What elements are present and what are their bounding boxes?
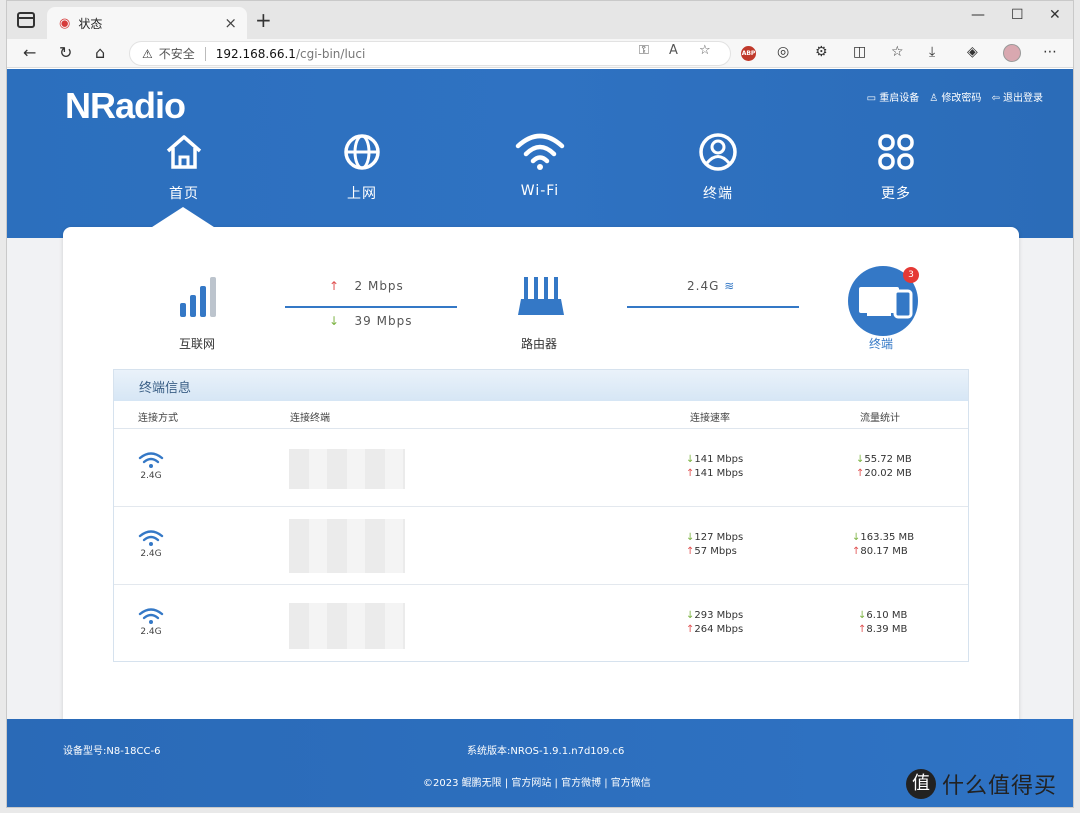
logo: NRadio	[65, 85, 186, 126]
maximize-icon[interactable]: ☐	[1011, 7, 1024, 23]
table-row[interactable]: 2.4G ↓141 Mbps ↑141 Mbps ↓55.72 MB ↑20.0…	[114, 429, 968, 507]
band-label: 2.4G ≋	[687, 279, 736, 293]
nav-more[interactable]: 更多	[807, 127, 985, 203]
watermark-logo-icon: 值	[906, 769, 936, 799]
down-arrow-icon: ↓	[329, 314, 341, 328]
favorites-icon[interactable]: ☆	[891, 44, 904, 60]
main-nav: 首页 上网 Wi-Fi 终端 更多	[95, 127, 985, 203]
connection-rate: ↓293 Mbps ↑264 Mbps	[686, 610, 744, 635]
reboot-link[interactable]: ▭ 重启设备	[867, 89, 920, 104]
home-browser-icon[interactable]: ⌂	[95, 43, 105, 62]
refresh-icon[interactable]: ↻	[59, 43, 72, 62]
tab-title: 状态	[78, 16, 103, 31]
profile-avatar[interactable]	[1003, 44, 1021, 62]
signal-bars-icon	[179, 275, 219, 323]
connection-rate: ↓141 Mbps ↑141 Mbps	[686, 454, 744, 479]
adblock-icon[interactable]: ABP	[741, 46, 756, 61]
more-menu-icon[interactable]: ⋯	[1043, 44, 1057, 60]
terminal-label: 终端	[869, 337, 894, 351]
traffic-stats: ↓163.35 MB ↑80.17 MB	[852, 532, 915, 557]
favorite-add-icon[interactable]: ☆	[699, 43, 711, 58]
logout-link[interactable]: ⇦ 退出登录	[991, 89, 1043, 104]
watermark-text: 什么值得买	[942, 774, 1058, 799]
close-tab-icon[interactable]: ×	[224, 14, 237, 32]
nav-internet[interactable]: 上网	[273, 127, 451, 203]
router-page: NRadio ▭ 重启设备 ♙ 修改密码 ⇦ 退出登录 首页 上网 Wi-Fi …	[7, 69, 1073, 807]
read-aloud-icon[interactable]: A	[669, 43, 678, 58]
nav-wifi[interactable]: Wi-Fi	[451, 127, 629, 203]
connection-rate: ↓127 Mbps ↑57 Mbps	[686, 532, 744, 557]
wifi-icon	[138, 530, 164, 546]
watermark: 值 什么值得买	[906, 768, 1057, 800]
user-icon	[629, 127, 807, 177]
minimize-icon[interactable]: —	[971, 7, 985, 23]
back-icon[interactable]: ←	[23, 43, 36, 62]
split-screen-icon[interactable]: ◫	[853, 44, 866, 60]
tab-bar: ◉ 状态 × + — ☐ ✕	[7, 1, 1073, 39]
device-model: 设备型号:N8-18CC-6	[63, 746, 161, 757]
wifi-icon	[138, 452, 164, 468]
active-nav-pointer	[149, 207, 217, 229]
router-label: 路由器	[521, 337, 558, 351]
footer-links[interactable]: ©2023 鲲鹏无限 | 官方网站 | 官方微博 | 官方微信	[423, 774, 651, 789]
browser-tab[interactable]: ◉ 状态 ×	[47, 7, 247, 39]
table-header: 连接方式 连接终端 连接速率 流量统计	[114, 401, 968, 429]
key-icon[interactable]: ⚿	[639, 43, 649, 58]
url-host: 192.168.66.1	[215, 46, 296, 61]
terminal-info-panel: 终端信息 连接方式 连接终端 连接速率 流量统计 2.4G ↓141 Mbps	[113, 369, 969, 662]
system-version: 系统版本:NROS-1.9.1.n7d109.c6	[467, 746, 625, 757]
new-tab-icon[interactable]: +	[255, 8, 272, 32]
table-row[interactable]: 2.4G ↓127 Mbps ↑57 Mbps ↓163.35 MB ↑80.1…	[114, 507, 968, 585]
close-window-icon[interactable]: ✕	[1049, 7, 1061, 23]
warning-icon: ⚠	[142, 46, 153, 61]
wifi-icon	[138, 608, 164, 624]
device-name-blurred	[289, 603, 405, 649]
traffic-stats: ↓6.10 MB ↑8.39 MB	[858, 610, 908, 635]
insecure-label: 不安全	[158, 47, 195, 61]
browser-window: ◉ 状态 × + — ☐ ✕ ← ↻ ⌂ ⚠ 不安全 192.168.66.1/…	[6, 0, 1074, 808]
extension-circle-icon[interactable]: ◎	[777, 44, 789, 60]
wifi-favicon-icon: ◉	[59, 15, 71, 31]
tab-actions-icon[interactable]	[17, 12, 35, 28]
more-icon	[807, 127, 985, 177]
up-arrow-icon: ↑	[329, 279, 341, 293]
traffic-stats: ↓55.72 MB ↑20.02 MB	[856, 454, 912, 479]
wifi-icon	[451, 127, 629, 177]
terminal-device-icon[interactable]: 3	[847, 263, 921, 341]
header-links: ▭ 重启设备 ♙ 修改密码 ⇦ 退出登录	[867, 89, 1043, 104]
status-card: 互联网 ↑ 2 Mbps ↓ 39 Mbps 路由器 2.4G ≋ 3 终端 终…	[63, 227, 1019, 729]
nav-home[interactable]: 首页	[95, 127, 273, 203]
device-name-blurred	[289, 449, 405, 489]
security-icon[interactable]: ◈	[967, 44, 978, 60]
url-path: /cgi-bin/luci	[295, 46, 366, 61]
address-toolbar: ← ↻ ⌂ ⚠ 不安全 192.168.66.1/cgi-bin/luci ⚿ …	[7, 39, 1073, 68]
upload-speed: ↑ 2 Mbps	[329, 279, 404, 293]
change-password-link[interactable]: ♙ 修改密码	[929, 89, 981, 104]
router-icon	[517, 273, 565, 323]
terminal-count-badge: 3	[903, 267, 919, 283]
nav-terminal[interactable]: 终端	[629, 127, 807, 203]
internet-label: 互联网	[179, 337, 216, 351]
extensions-icon[interactable]: ⚙	[815, 44, 828, 60]
globe-icon	[273, 127, 451, 177]
panel-title: 终端信息	[114, 370, 968, 401]
wifi-small-icon: ≋	[724, 279, 736, 293]
home-icon	[95, 127, 273, 177]
router-link-line	[627, 306, 799, 308]
internet-link-line	[285, 306, 457, 308]
device-name-blurred	[289, 519, 405, 573]
download-speed: ↓ 39 Mbps	[329, 314, 413, 328]
table-row[interactable]: 2.4G ↓293 Mbps ↑264 Mbps ↓6.10 MB ↑8.39 …	[114, 585, 968, 663]
download-icon[interactable]: ⤓	[929, 44, 935, 60]
